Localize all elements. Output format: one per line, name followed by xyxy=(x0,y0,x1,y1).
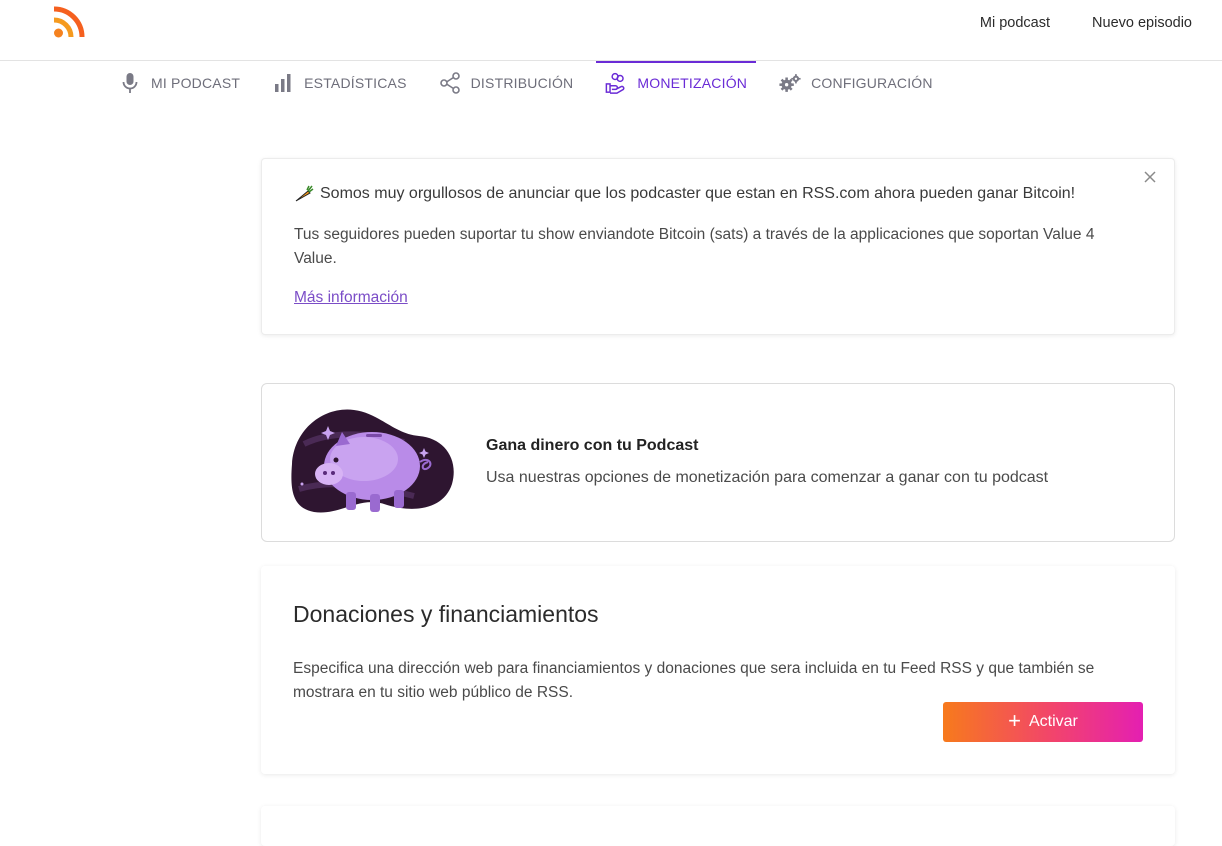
tab-distribucion[interactable]: DISTRIBUCIÓN xyxy=(430,61,583,105)
bar-chart-icon xyxy=(272,72,294,94)
announcement-body: Tus seguidores pueden suportar tu show e… xyxy=(294,226,1095,267)
piggy-bank-illustration xyxy=(291,409,454,513)
my-podcast-link[interactable]: Mi podcast xyxy=(980,15,1050,31)
announcement-headline: Somos muy orgullosos de anunciar que los… xyxy=(294,185,1075,203)
tab-label: DISTRIBUCIÓN xyxy=(470,75,574,91)
top-bar: Mi podcast Nuevo episodio xyxy=(0,0,1222,61)
bitcoin-announcement: Somos muy orgullosos de anunciar que los… xyxy=(261,158,1175,335)
gears-icon xyxy=(779,72,801,94)
promo-title: Gana dinero con tu Podcast xyxy=(486,437,699,454)
promo-description: Usa nuestras opciones de monetización pa… xyxy=(486,469,1049,486)
hand-coins-icon xyxy=(605,72,627,94)
activate-button[interactable]: + Activar xyxy=(943,702,1143,742)
microphone-icon xyxy=(119,72,141,94)
plus-icon: + xyxy=(1008,708,1021,733)
tab-mi-podcast[interactable]: MI PODCAST xyxy=(110,61,249,105)
tab-estadisticas[interactable]: ESTADÍSTICAS xyxy=(263,61,416,105)
donations-description: Especifica una dirección web para financ… xyxy=(293,660,1095,701)
next-card xyxy=(261,806,1175,846)
monetization-promo: Gana dinero con tu Podcast Usa nuestras … xyxy=(261,383,1175,542)
rss-logo-icon[interactable] xyxy=(52,5,88,39)
tab-label: MI PODCAST xyxy=(151,75,241,91)
share-icon xyxy=(439,72,461,94)
tab-monetizacion[interactable]: MONETIZACIÓN xyxy=(596,61,756,105)
main-tabs: MI PODCAST ESTADÍSTICAS DISTRIBUCIÓN MON… xyxy=(110,61,956,107)
activate-label: Activar xyxy=(1028,713,1078,730)
carrot-icon xyxy=(295,185,314,202)
tab-label: ESTADÍSTICAS xyxy=(304,75,407,91)
new-episode-link[interactable]: Nuevo episodio xyxy=(1092,15,1192,31)
tab-label: CONFIGURACIÓN xyxy=(811,75,933,91)
close-icon[interactable] xyxy=(1142,169,1158,185)
tab-configuracion[interactable]: CONFIGURACIÓN xyxy=(770,61,942,105)
tab-label: MONETIZACIÓN xyxy=(637,75,748,91)
more-info-link[interactable]: Más información xyxy=(294,289,408,307)
donations-card: Donaciones y financiamientos Especifica … xyxy=(261,566,1175,774)
donations-title: Donaciones y financiamientos xyxy=(293,601,599,627)
